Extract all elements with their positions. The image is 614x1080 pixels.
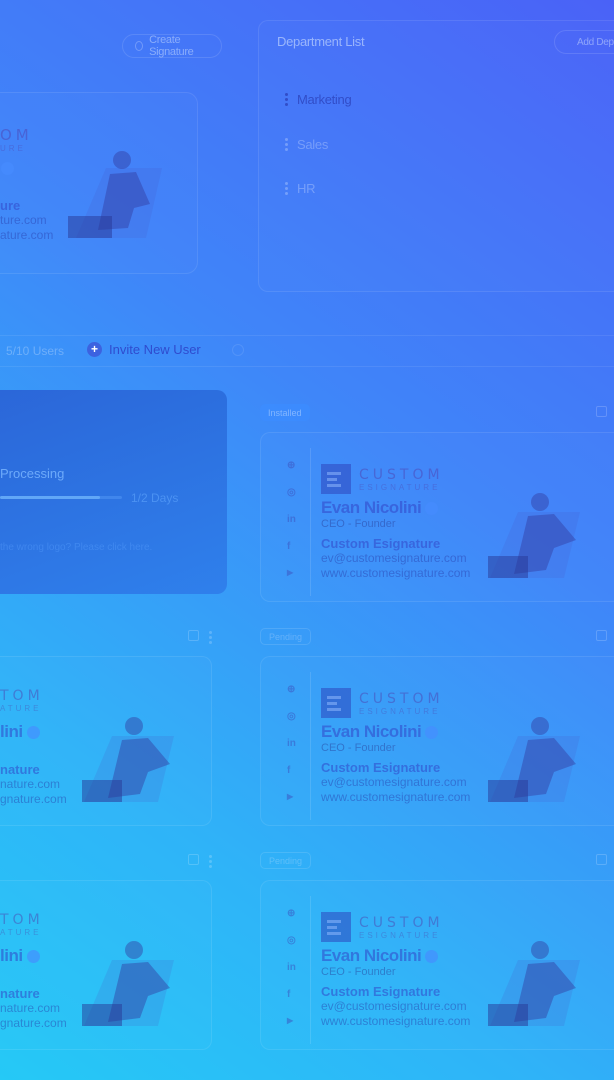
person-photo	[82, 941, 174, 1026]
department-item-sales[interactable]: Sales	[285, 137, 328, 152]
signature-role: CEO - Founder	[321, 742, 396, 754]
social-links: ⊕ ◎ in f ▶	[277, 672, 311, 820]
person-photo	[82, 717, 174, 802]
plus-circle-icon: +	[87, 342, 102, 357]
facebook-icon[interactable]: f	[287, 765, 290, 776]
create-signature-button[interactable]: Create Signature	[122, 34, 222, 58]
plus-icon	[135, 41, 144, 51]
department-item-hr[interactable]: HR	[285, 181, 315, 196]
facebook-icon[interactable]: f	[287, 989, 290, 1000]
facebook-icon[interactable]: f	[287, 541, 290, 552]
select-checkbox[interactable]	[596, 854, 607, 865]
signature-details: Evan Nicolini CEO - Founder Custom Esign…	[321, 946, 470, 1029]
social-links: ⊕ ◎ in f ▶	[277, 448, 311, 596]
logo-fragment: OM URE	[0, 126, 33, 153]
verified-icon	[425, 726, 439, 740]
web-icon[interactable]: ⊕	[287, 908, 295, 919]
logo-mark-icon	[321, 688, 351, 718]
instagram-icon[interactable]: ◎	[287, 487, 296, 498]
person-photo	[488, 493, 580, 578]
department-item-label: Sales	[297, 137, 329, 152]
drag-handle-icon[interactable]	[285, 182, 288, 195]
linkedin-icon[interactable]: in	[287, 962, 296, 973]
verified-icon	[425, 502, 439, 516]
instagram-icon[interactable]: ◎	[287, 935, 296, 946]
department-item-marketing[interactable]: Marketing	[285, 92, 352, 107]
signature-email[interactable]: ev@customesignature.com	[321, 775, 470, 790]
web-icon[interactable]: ⊕	[287, 460, 295, 471]
verified-icon	[1, 162, 14, 175]
progress-fill	[0, 496, 101, 499]
instagram-icon[interactable]: ◎	[287, 711, 296, 722]
department-list-card	[258, 20, 614, 292]
select-checkbox[interactable]	[188, 630, 199, 641]
status-badge: Pending	[260, 628, 312, 645]
signature-name: Evan Nicolini	[321, 498, 422, 517]
processing-status: Processing	[0, 466, 65, 481]
youtube-icon[interactable]: ▶	[287, 568, 293, 577]
signature-role: CEO - Founder	[321, 518, 396, 530]
youtube-icon[interactable]: ▶	[287, 792, 293, 801]
add-department-label: Add Dep	[577, 36, 614, 48]
company-logo: CUSTOM ESIGNATURE	[321, 688, 444, 718]
more-menu-icon[interactable]	[209, 855, 212, 868]
department-item-label: HR	[297, 181, 316, 196]
signature-company: Custom Esignature	[321, 536, 441, 551]
logo-mark-icon	[321, 912, 351, 942]
create-signature-label: Create Signature	[149, 34, 194, 58]
person-photo	[68, 151, 162, 238]
web-icon[interactable]: ⊕	[287, 684, 295, 695]
signature-website[interactable]: www.customesignature.com	[321, 790, 470, 805]
processing-progress-bar	[0, 496, 122, 499]
verified-icon	[26, 726, 40, 740]
department-item-label: Marketing	[297, 92, 352, 107]
linkedin-icon[interactable]: in	[287, 514, 296, 525]
logo-fragment: TOM ATURE	[0, 912, 44, 937]
youtube-icon[interactable]: ▶	[287, 1016, 293, 1025]
users-count: 5/10 Users	[6, 344, 65, 358]
verified-icon	[26, 950, 40, 964]
signature-text-fragment: ure ture.com ature.com	[0, 198, 54, 242]
person-photo	[488, 717, 580, 802]
more-menu-icon[interactable]	[209, 631, 212, 644]
signature-details-fragment: lini nature nature.com gnature.com	[0, 946, 67, 1030]
invite-user-label: Invite New User	[109, 342, 201, 357]
signature-email[interactable]: ev@customesignature.com	[321, 551, 470, 566]
search-icon[interactable]	[232, 344, 244, 356]
signature-company: Custom Esignature	[321, 984, 441, 999]
signature-details: Evan Nicolini CEO - Founder Custom Esign…	[321, 722, 470, 805]
invite-user-button[interactable]: + Invite New User	[87, 342, 201, 357]
logo-fragment: TOM ATURE	[0, 688, 44, 713]
department-list-title: Department List	[277, 34, 365, 49]
logo-mark-icon	[321, 464, 351, 494]
company-logo: CUSTOM ESIGNATURE	[321, 464, 444, 494]
person-photo	[488, 941, 580, 1026]
status-badge: Pending	[260, 852, 312, 869]
signature-company: Custom Esignature	[321, 760, 441, 775]
social-links: ⊕ ◎ in f ▶	[277, 896, 311, 1044]
add-department-button[interactable]: Add Dep	[554, 30, 614, 54]
verified-icon	[425, 950, 439, 964]
signature-name: Evan Nicolini	[321, 946, 422, 965]
signature-role: CEO - Founder	[321, 966, 396, 978]
processing-card	[0, 390, 227, 594]
select-checkbox[interactable]	[596, 406, 607, 417]
signature-website[interactable]: www.customesignature.com	[321, 566, 470, 581]
wrong-logo-link[interactable]: the wrong logo? Please click here.	[0, 542, 152, 553]
signature-name: Evan Nicolini	[321, 722, 422, 741]
signature-details-fragment: lini nature nature.com gnature.com	[0, 722, 67, 806]
select-checkbox[interactable]	[188, 854, 199, 865]
linkedin-icon[interactable]: in	[287, 738, 296, 749]
drag-handle-icon[interactable]	[285, 138, 288, 151]
signature-details: Evan Nicolini CEO - Founder Custom Esign…	[321, 498, 470, 581]
status-badge: Installed	[260, 404, 310, 421]
signature-website[interactable]: www.customesignature.com	[321, 1014, 470, 1029]
drag-handle-icon[interactable]	[285, 93, 288, 106]
signature-email[interactable]: ev@customesignature.com	[321, 999, 470, 1014]
company-logo: CUSTOM ESIGNATURE	[321, 912, 444, 942]
processing-days: 1/2 Days	[131, 491, 179, 505]
select-checkbox[interactable]	[596, 630, 607, 641]
